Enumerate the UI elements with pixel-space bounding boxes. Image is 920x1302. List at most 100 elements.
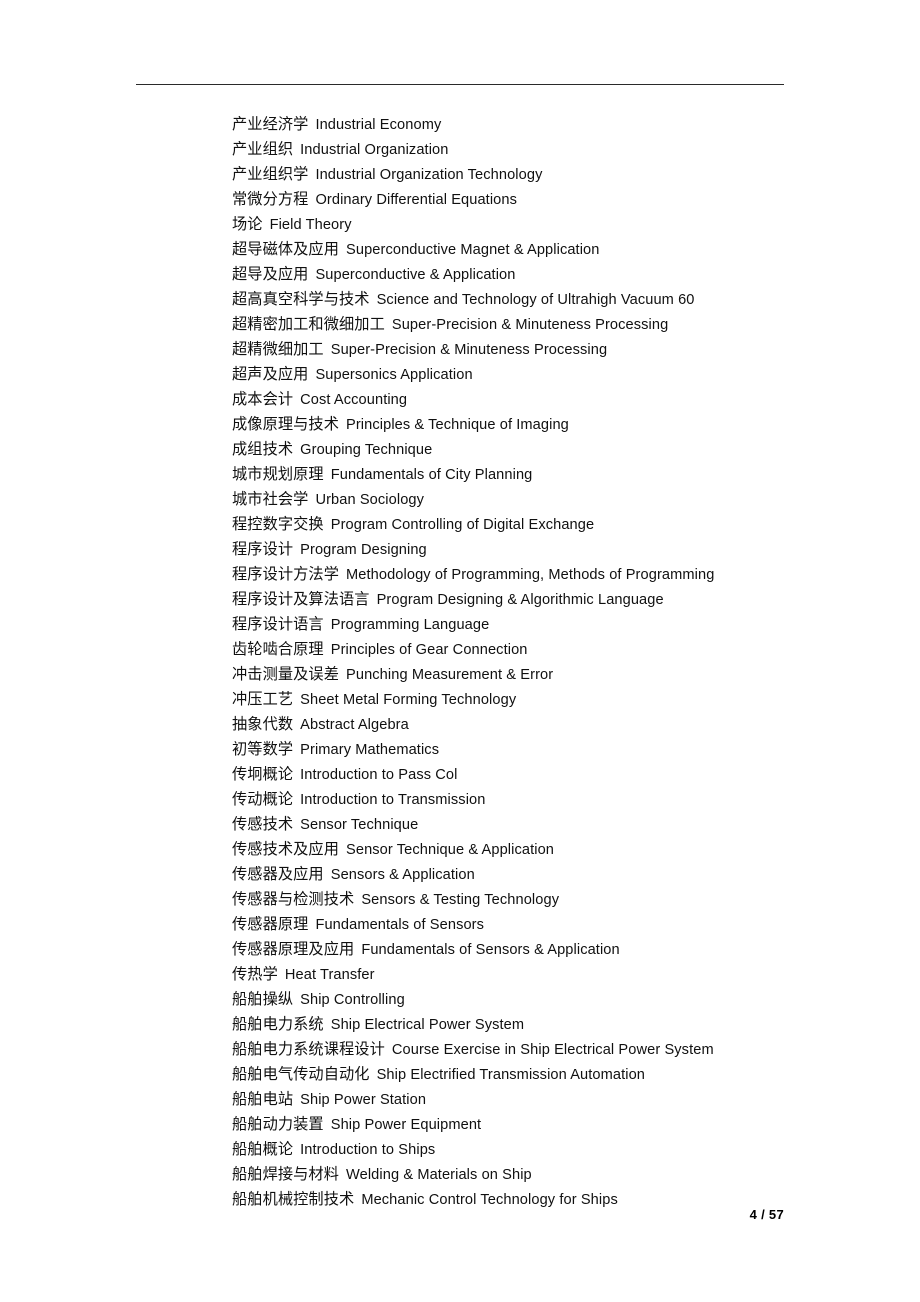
term-english: Fundamentals of City Planning — [330, 467, 533, 483]
term-english: Science and Technology of Ultrahigh Vacu… — [376, 292, 695, 308]
term-english: Heat Transfer — [284, 967, 375, 983]
term-english: Punching Measurement & Error — [346, 667, 554, 683]
term-english: Program Controlling of Digital Exchange — [330, 517, 595, 533]
glossary-entry: 船舶电力系统课程设计 Course Exercise in Ship Electr… — [232, 1037, 872, 1062]
term-english: Course Exercise in Ship Electrical Power… — [391, 1042, 714, 1058]
term-english: Principles of Gear Connection — [330, 642, 528, 658]
term-english: Field Theory — [269, 217, 352, 233]
term-chinese: 程序设计及算法语言 — [232, 590, 370, 608]
term-chinese: 成组技术 — [232, 440, 294, 458]
glossary-entry: 城市规划原理 Fundamentals of City Planning — [232, 462, 872, 487]
glossary-entry: 传感器原理 Fundamentals of Sensors — [232, 912, 872, 937]
term-chinese: 程控数字交换 — [232, 515, 324, 533]
glossary-entry: 城市社会学 Urban Sociology — [232, 487, 872, 512]
term-chinese: 传感器与检测技术 — [232, 890, 355, 908]
glossary-entry: 冲击测量及误差 Punching Measurement & Error — [232, 662, 872, 687]
term-chinese: 超精密加工和微细加工 — [232, 315, 385, 333]
glossary-entry: 传感器原理及应用 Fundamentals of Sensors & Applic… — [232, 937, 872, 962]
glossary-entry: 船舶电站 Ship Power Station — [232, 1087, 872, 1112]
header-rule-divider — [136, 84, 784, 85]
term-chinese: 传动概论 — [232, 790, 294, 808]
term-chinese: 传感器原理及应用 — [232, 940, 355, 958]
term-chinese: 船舶动力装置 — [232, 1115, 324, 1133]
glossary-entry: 船舶电力系统 Ship Electrical Power System — [232, 1012, 872, 1037]
term-chinese: 超高真空科学与技术 — [232, 290, 370, 308]
term-english: Program Designing & Algorithmic Language — [376, 592, 664, 608]
term-english: Grouping Technique — [300, 442, 433, 458]
term-chinese: 传坰概论 — [232, 765, 294, 783]
glossary-entry: 程序设计 Program Designing — [232, 537, 872, 562]
glossary-entry: 成组技术 Grouping Technique — [232, 437, 872, 462]
term-chinese: 船舶概论 — [232, 1140, 294, 1158]
term-chinese: 传感器原理 — [232, 915, 309, 933]
term-chinese: 程序设计方法学 — [232, 565, 340, 583]
term-chinese: 船舶操纵 — [232, 990, 294, 1008]
term-english: Ship Electrified Transmission Automation — [376, 1067, 646, 1083]
glossary-entry: 产业经济学 Industrial Economy — [232, 112, 872, 137]
term-chinese: 程序设计 — [232, 540, 294, 558]
term-chinese: 超导及应用 — [232, 265, 309, 283]
glossary-entry: 超导及应用 Superconductive & Application — [232, 262, 872, 287]
glossary-entry: 场论 Field Theory — [232, 212, 872, 237]
term-english: Sensors & Application — [330, 867, 475, 883]
glossary-entry: 初等数学 Primary Mathematics — [232, 737, 872, 762]
glossary-entry: 传感技术 Sensor Technique — [232, 812, 872, 837]
glossary-entry: 超导磁体及应用 Superconductive Magnet & Applicat… — [232, 237, 872, 262]
glossary-entry: 产业组织学 Industrial Organization Technology — [232, 162, 872, 187]
glossary-entry: 齿轮啮合原理 Principles of Gear Connection — [232, 637, 872, 662]
term-english: Fundamentals of Sensors — [315, 917, 485, 933]
term-english: Ship Controlling — [300, 992, 405, 1008]
term-chinese: 抽象代数 — [232, 715, 294, 733]
term-english: Cost Accounting — [300, 392, 408, 408]
term-chinese: 传感技术及应用 — [232, 840, 340, 858]
term-chinese: 城市规划原理 — [232, 465, 324, 483]
glossary-entry: 船舶电气传动自动化 Ship Electrified Transmission A… — [232, 1062, 872, 1087]
term-english: Superconductive Magnet & Application — [346, 242, 600, 258]
glossary-entry: 抽象代数 Abstract Algebra — [232, 712, 872, 737]
term-english: Ship Electrical Power System — [330, 1017, 525, 1033]
term-english: Sensors & Testing Technology — [361, 892, 560, 908]
term-english: Industrial Organization — [300, 142, 449, 158]
term-chinese: 超精微细加工 — [232, 340, 324, 358]
term-english: Sheet Metal Forming Technology — [300, 692, 517, 708]
term-chinese: 超声及应用 — [232, 365, 309, 383]
term-english: Super-Precision & Minuteness Processing — [330, 342, 608, 358]
glossary-entry: 程控数字交换 Program Controlling of Digital Exc… — [232, 512, 872, 537]
term-english: Urban Sociology — [315, 492, 425, 508]
term-english: Principles & Technique of Imaging — [346, 417, 569, 433]
page-number: 4 / 57 — [749, 1207, 784, 1222]
page-footer: 4 / 57 — [0, 1206, 784, 1224]
glossary-entry: 船舶操纵 Ship Controlling — [232, 987, 872, 1012]
term-english: Super-Precision & Minuteness Processing — [391, 317, 669, 333]
term-chinese: 齿轮啮合原理 — [232, 640, 324, 658]
glossary-entry: 船舶焊接与材料 Welding & Materials on Ship — [232, 1162, 872, 1187]
glossary-entry: 传感器及应用 Sensors & Application — [232, 862, 872, 887]
glossary-entry: 传动概论 Introduction to Transmission — [232, 787, 872, 812]
glossary-entry: 程序设计方法学 Methodology of Programming, Metho… — [232, 562, 872, 587]
glossary-entry: 超高真空科学与技术 Science and Technology of Ultra… — [232, 287, 872, 312]
term-english: Introduction to Transmission — [300, 792, 486, 808]
term-english: Supersonics Application — [315, 367, 473, 383]
term-english: Sensor Technique & Application — [346, 842, 555, 858]
glossary-entry: 船舶动力装置 Ship Power Equipment — [232, 1112, 872, 1137]
term-english: Welding & Materials on Ship — [346, 1167, 532, 1183]
term-chinese: 传感技术 — [232, 815, 294, 833]
term-chinese: 产业经济学 — [232, 115, 309, 133]
glossary-entry: 成像原理与技术 Principles & Technique of Imaging — [232, 412, 872, 437]
glossary-entry: 传感器与检测技术 Sensors & Testing Technology — [232, 887, 872, 912]
term-english: Program Designing — [300, 542, 427, 558]
term-chinese: 场论 — [232, 215, 263, 233]
term-chinese: 冲压工艺 — [232, 690, 294, 708]
term-chinese: 船舶电力系统 — [232, 1015, 324, 1033]
term-chinese: 常微分方程 — [232, 190, 309, 208]
term-chinese: 程序设计语言 — [232, 615, 324, 633]
term-chinese: 冲击测量及误差 — [232, 665, 340, 683]
document-page: 产业经济学 Industrial Economy 产业组织 Industrial Or… — [0, 0, 920, 1302]
glossary-entry: 传坰概论 Introduction to Pass Col — [232, 762, 872, 787]
term-chinese: 传热学 — [232, 965, 278, 983]
term-chinese: 产业组织学 — [232, 165, 309, 183]
glossary-entry: 超精微细加工 Super-Precision & Minuteness Proce… — [232, 337, 872, 362]
term-chinese: 船舶电力系统课程设计 — [232, 1040, 385, 1058]
term-chinese: 初等数学 — [232, 740, 294, 758]
glossary-list: 产业经济学 Industrial Economy 产业组织 Industrial Or… — [232, 112, 872, 1212]
